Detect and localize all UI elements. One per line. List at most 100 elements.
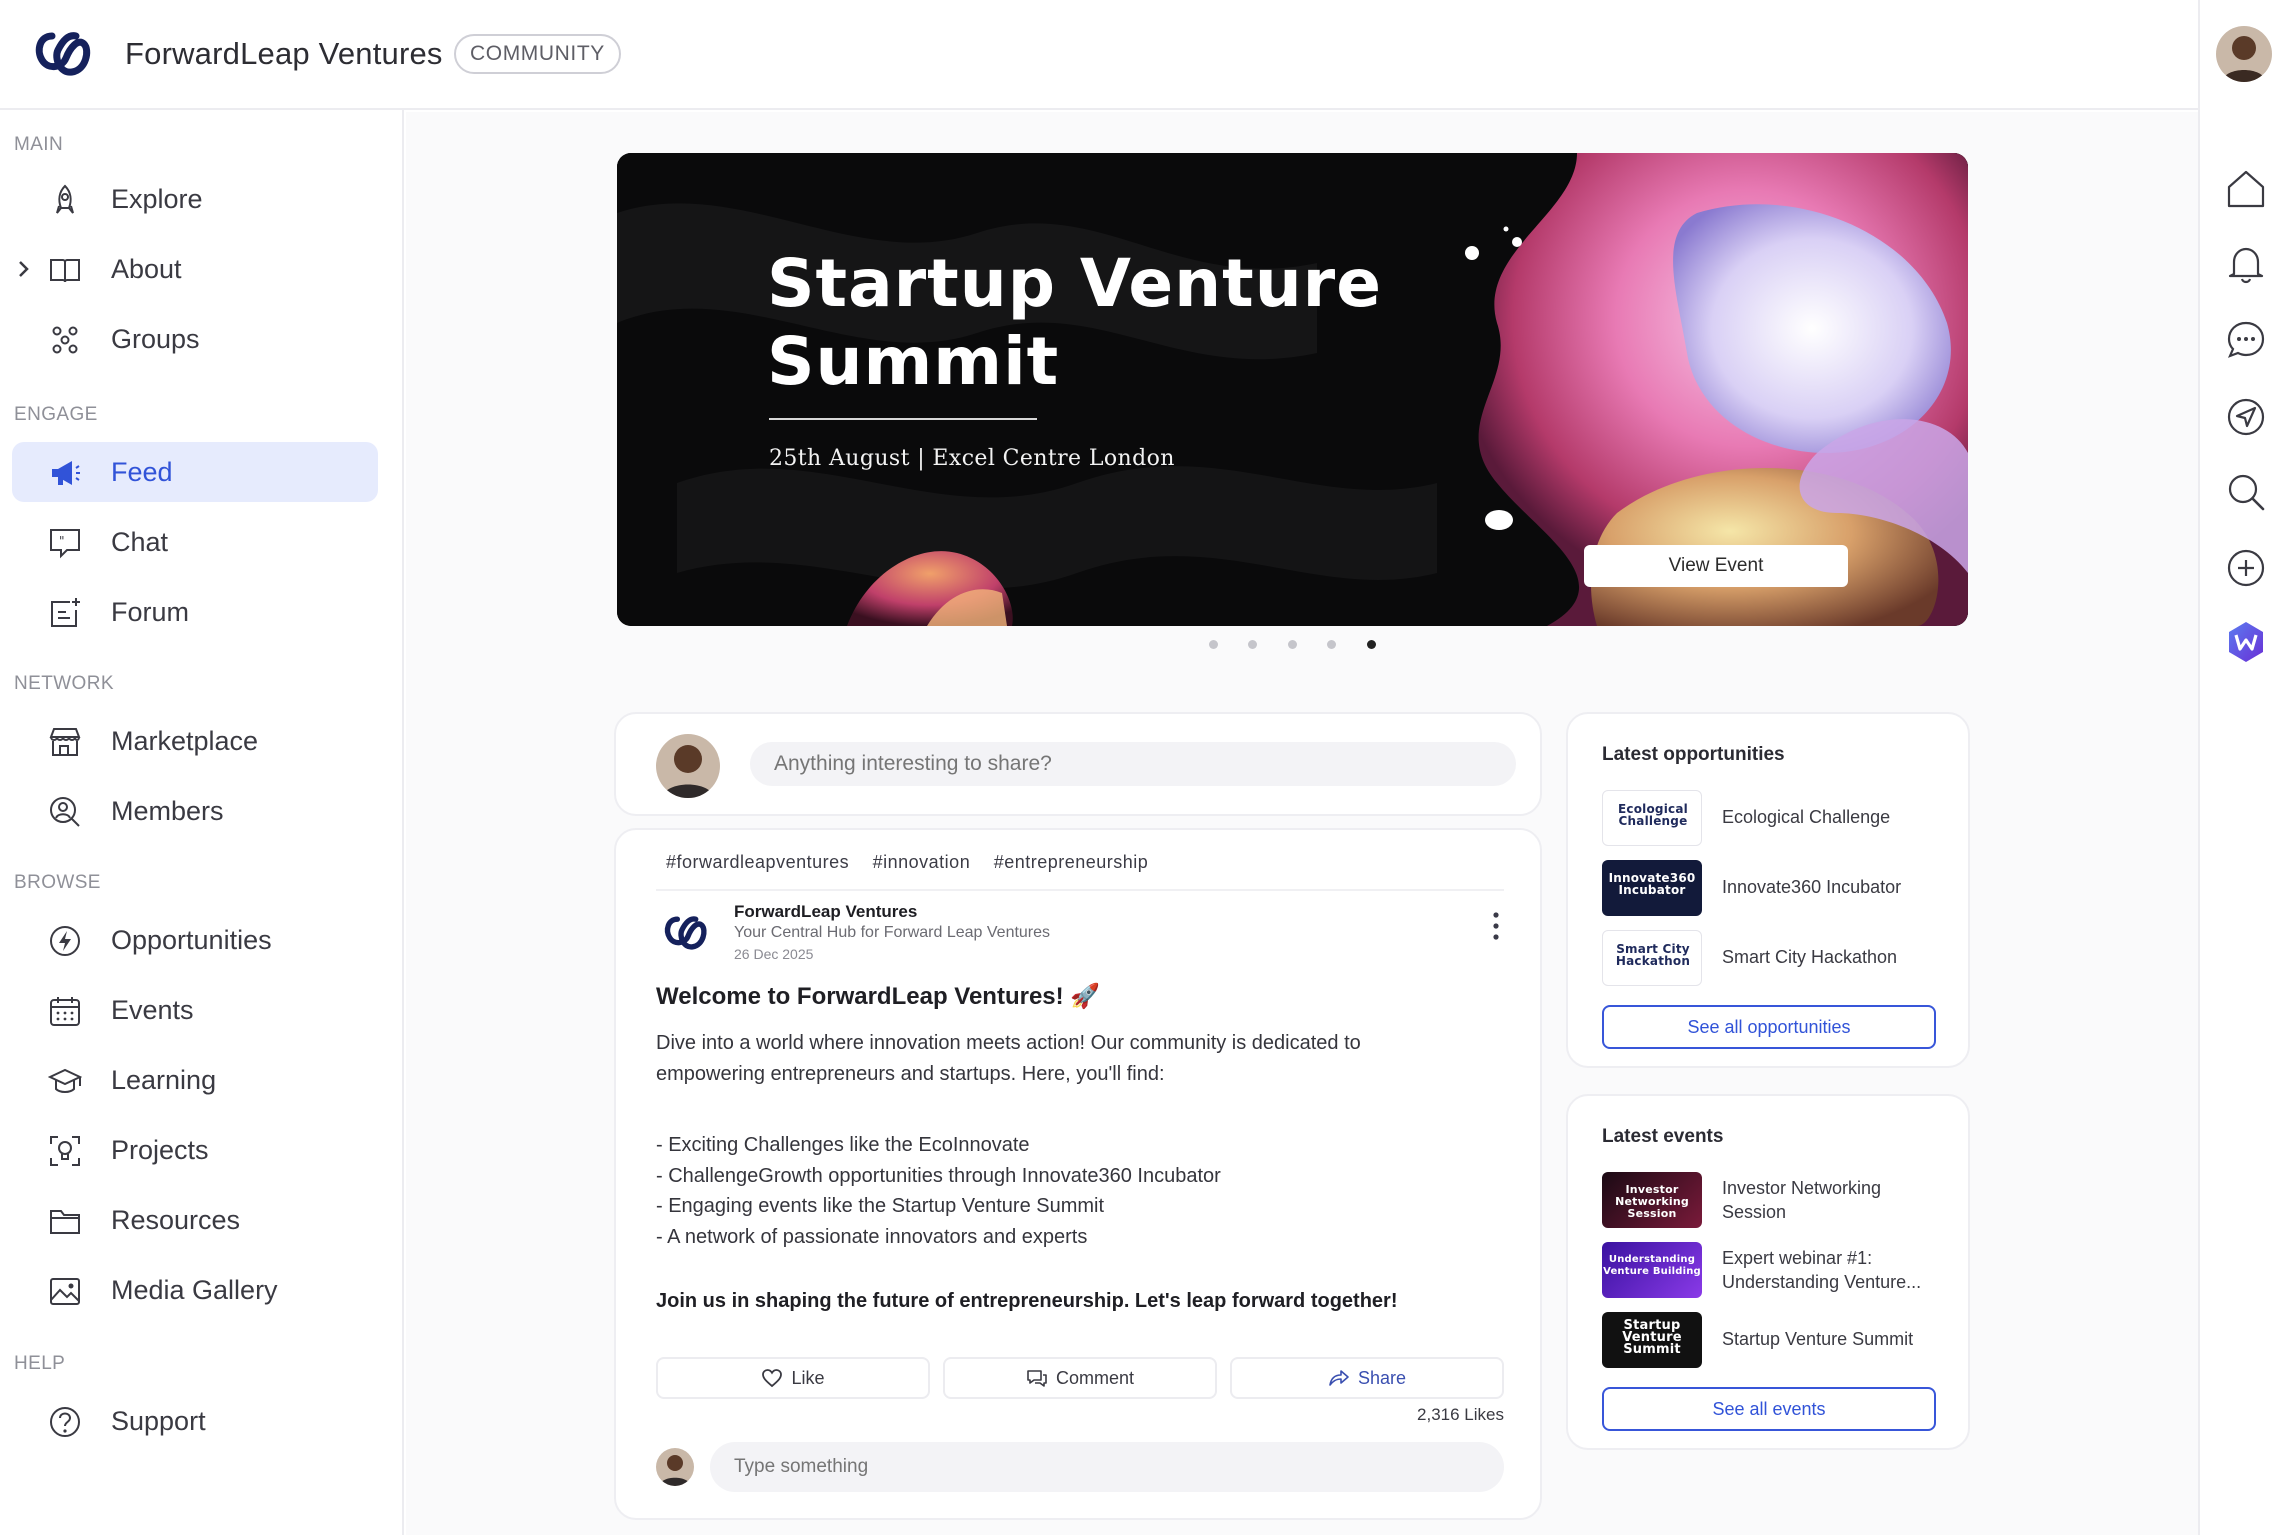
share-button[interactable]: Share xyxy=(1230,1357,1504,1399)
thumbnail-text: Investor Networking Session xyxy=(1615,1183,1689,1220)
opportunity-thumbnail: Innovate360 Incubator xyxy=(1602,860,1702,916)
hashtag-link[interactable]: #forwardleapventures xyxy=(666,852,849,872)
sidebar-item-label: Learning xyxy=(111,1065,217,1095)
messages-icon[interactable] xyxy=(2224,318,2268,362)
chevron-right-icon[interactable] xyxy=(14,256,34,282)
divider xyxy=(656,889,1504,891)
post-cta: Join us in shaping the future of entrepr… xyxy=(656,1290,1398,1312)
opportunity-name: Innovate360 Incubator xyxy=(1722,877,1902,897)
sidebar-item-label: Chat xyxy=(111,527,169,557)
sidebar-item-label: Marketplace xyxy=(111,726,259,756)
post-author[interactable]: ForwardLeap Ventures xyxy=(734,902,917,922)
sidebar-item-members[interactable]: Members xyxy=(12,781,378,841)
sidebar-item-resources[interactable]: Resources xyxy=(12,1190,378,1250)
sidebar-item-events[interactable]: Events xyxy=(12,980,378,1040)
thumbnail-text: Understanding Venture Building xyxy=(1603,1254,1701,1277)
post-body: Dive into a world where innovation meets… xyxy=(656,1028,1486,1089)
sidebar-item-label: About xyxy=(111,254,182,284)
bolt-icon xyxy=(50,926,80,956)
opportunity-name: Smart City Hackathon xyxy=(1722,947,1898,967)
thumbnail-text: Startup Venture Summit xyxy=(1622,1318,1682,1357)
sidebar-item-label: Media Gallery xyxy=(111,1275,278,1305)
sidebar-item-explore[interactable]: Explore xyxy=(12,169,378,229)
author-logo-icon[interactable] xyxy=(662,912,708,954)
carousel-dot[interactable] xyxy=(1209,640,1218,649)
feed-post: #forwardleapventures #innovation #entrep… xyxy=(614,828,1542,1520)
sidebar-item-groups[interactable]: Groups xyxy=(12,309,378,369)
sidebar-item-projects[interactable]: Projects xyxy=(12,1120,378,1180)
top-bar: ForwardLeap Ventures COMMUNITY xyxy=(0,0,2290,110)
sidebar-item-about[interactable]: About xyxy=(12,239,378,299)
event-banner[interactable]: Startup Venture Summit 25th August | Exc… xyxy=(617,153,1968,626)
left-sidebar: MAIN Explore About Groups ENGAGE Feed " … xyxy=(0,110,404,1535)
search-icon[interactable] xyxy=(2224,470,2268,514)
sidebar-item-support[interactable]: Support xyxy=(12,1391,378,1451)
post-author-tagline: Your Central Hub for Forward Leap Ventur… xyxy=(734,924,1051,941)
sidebar-item-feed[interactable]: Feed xyxy=(12,442,378,502)
post-bullet: - A network of passionate innovators and… xyxy=(656,1225,1088,1248)
sidebar-item-opportunities[interactable]: Opportunities xyxy=(12,910,378,970)
comment-input[interactable] xyxy=(710,1442,1504,1492)
like-count[interactable]: 2,316 Likes xyxy=(1416,1405,1504,1425)
post-heading: Welcome to ForwardLeap Ventures! 🚀 xyxy=(656,983,1101,1010)
sidebar-item-chat[interactable]: " Chat xyxy=(12,512,378,572)
home-icon[interactable] xyxy=(2224,167,2268,211)
bell-icon[interactable] xyxy=(2224,242,2268,286)
latest-events-card: Latest events Investor Networking Sessio… xyxy=(1566,1094,1970,1450)
see-all-opportunities-button[interactable]: See all opportunities xyxy=(1602,1005,1936,1049)
sidebar-item-marketplace[interactable]: Marketplace xyxy=(12,711,378,771)
sidebar-item-label: Members xyxy=(111,796,224,826)
event-name-line: Understanding Venture... xyxy=(1722,1272,1922,1292)
post-text-line: empowering entrepreneurs and startups. H… xyxy=(656,1062,1165,1085)
event-thumbnail: Understanding Venture Building xyxy=(1602,1242,1702,1298)
help-icon xyxy=(50,1407,80,1437)
opportunity-item[interactable]: Smart City Hackathon Smart City Hackatho… xyxy=(1602,930,1932,988)
opportunity-item[interactable]: Innovate360 Incubator Innovate360 Incuba… xyxy=(1602,860,1932,918)
like-label: Like xyxy=(791,1367,825,1388)
avatar-image xyxy=(2216,26,2272,82)
event-item[interactable]: Startup Venture Summit Startup Venture S… xyxy=(1602,1312,1932,1370)
carousel-dot-active[interactable] xyxy=(1367,640,1376,649)
sidebar-item-label: Support xyxy=(111,1406,206,1436)
comment-button[interactable]: Comment xyxy=(943,1357,1217,1399)
sidebar-item-forum[interactable]: Forum xyxy=(12,582,378,642)
image-icon xyxy=(50,1278,80,1305)
opportunity-thumbnail: Ecological Challenge xyxy=(1602,790,1702,846)
event-item[interactable]: Investor Networking Session Investor Net… xyxy=(1602,1172,1932,1230)
forwardleap-logo-icon[interactable] xyxy=(32,28,92,80)
like-button[interactable]: Like xyxy=(656,1357,930,1399)
add-icon[interactable] xyxy=(2224,546,2268,590)
post-date: 26 Dec 2025 xyxy=(734,946,814,962)
user-avatar[interactable] xyxy=(2216,26,2272,82)
opportunity-item[interactable]: Ecological Challenge Ecological Challeng… xyxy=(1602,790,1932,848)
sidebar-item-label: Forum xyxy=(111,597,190,627)
graduation-cap-icon xyxy=(48,1068,82,1093)
svg-text:": " xyxy=(59,534,65,548)
sidebar-item-learning[interactable]: Learning xyxy=(12,1050,378,1110)
send-icon[interactable] xyxy=(2224,395,2268,439)
hashtag-link[interactable]: #entrepreneurship xyxy=(994,852,1149,872)
post-bullet: - ChallengeGrowth opportunities through … xyxy=(656,1164,1221,1187)
event-name-line: Startup Venture Summit xyxy=(1722,1329,1914,1349)
members-icon xyxy=(50,797,80,827)
carousel-dots xyxy=(1203,638,1393,652)
event-name: Startup Venture Summit xyxy=(1722,1327,1932,1351)
event-item[interactable]: Understanding Venture Building Expert we… xyxy=(1602,1242,1932,1300)
see-all-events-button[interactable]: See all events xyxy=(1602,1387,1936,1431)
section-main: MAIN xyxy=(14,134,64,155)
carousel-dot[interactable] xyxy=(1288,640,1297,649)
view-event-button[interactable]: View Event xyxy=(1584,545,1848,587)
brand-name[interactable]: ForwardLeap Ventures xyxy=(125,36,443,72)
folder-icon xyxy=(50,1210,80,1234)
event-name: Expert webinar #1: Understanding Venture… xyxy=(1722,1246,1932,1294)
carousel-dot[interactable] xyxy=(1327,640,1336,649)
carousel-dot[interactable] xyxy=(1248,640,1257,649)
w-app-icon[interactable] xyxy=(2224,620,2268,664)
post-bullet: - Exciting Challenges like the EcoInnova… xyxy=(656,1134,1030,1156)
hashtag-link[interactable]: #innovation xyxy=(873,852,971,872)
event-thumbnail: Startup Venture Summit xyxy=(1602,1312,1702,1368)
sidebar-item-media-gallery[interactable]: Media Gallery xyxy=(12,1260,378,1320)
share-input[interactable] xyxy=(750,742,1516,786)
event-name: Investor Networking Session xyxy=(1722,1176,1932,1224)
more-options-icon[interactable] xyxy=(1486,908,1506,944)
